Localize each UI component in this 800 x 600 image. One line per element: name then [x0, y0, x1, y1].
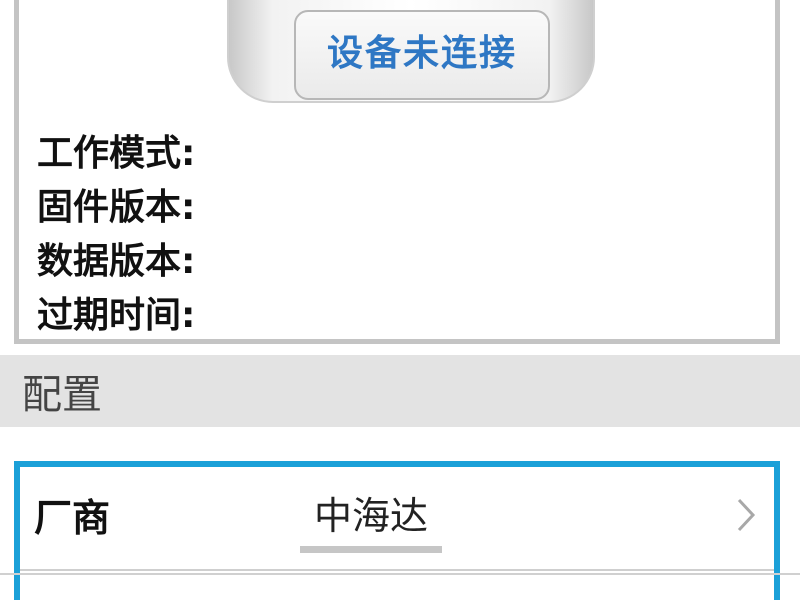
- info-expiry-time: 过期时间:: [37, 289, 195, 343]
- info-label: 工作模式:: [37, 133, 196, 174]
- info-data-version: 数据版本:: [37, 235, 195, 289]
- row-label: 厂商: [34, 496, 111, 540]
- config-row-manufacturer[interactable]: 厂商 中海达: [20, 467, 774, 571]
- device-connection-status[interactable]: 设备未连接: [294, 10, 550, 100]
- divider: [0, 573, 800, 575]
- section-title: 配置: [22, 372, 102, 418]
- row-value: 中海达: [300, 485, 443, 553]
- device-info-card: 设备未连接 工作模式: 固件版本: 数据版本: 过期时间:: [14, 0, 780, 344]
- info-work-mode: 工作模式:: [37, 127, 195, 181]
- device-info-list: 工作模式: 固件版本: 数据版本: 过期时间:: [37, 127, 195, 343]
- config-list: 厂商 中海达: [14, 461, 780, 600]
- screen: 设备未连接 工作模式: 固件版本: 数据版本: 过期时间: 配置 厂商 中海达: [0, 0, 800, 600]
- info-label: 过期时间:: [37, 295, 196, 336]
- config-section-header: 配置: [0, 355, 800, 427]
- info-firmware-version: 固件版本:: [37, 181, 195, 235]
- info-label: 固件版本:: [37, 187, 196, 228]
- chevron-right-icon: [737, 498, 756, 532]
- info-label: 数据版本:: [37, 241, 196, 282]
